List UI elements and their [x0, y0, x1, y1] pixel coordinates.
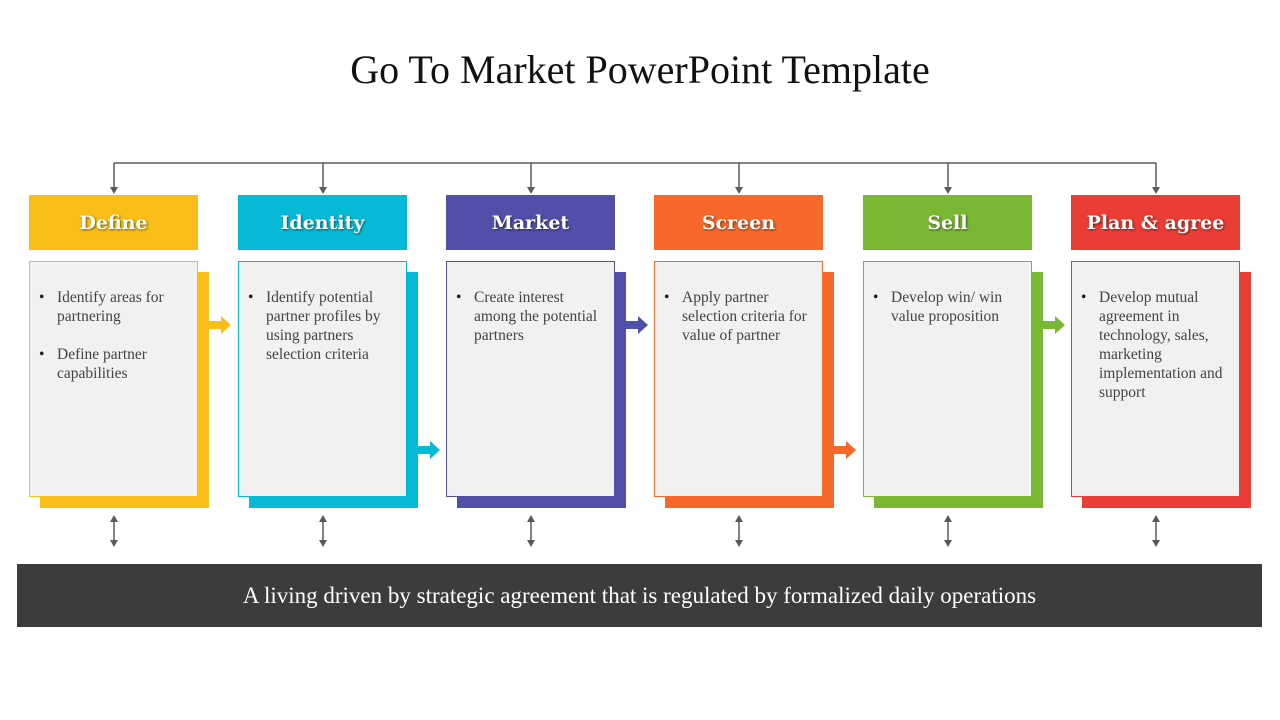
bullet-item: Develop mutual agreement in technology, … — [1081, 288, 1229, 402]
step-card: Create interest among the potential part… — [446, 261, 615, 497]
bullet-item: Identify areas for partnering — [39, 288, 187, 326]
bullet-item: Apply partner selection criteria for val… — [664, 288, 812, 345]
down-arrow-icon — [1152, 163, 1160, 194]
bidirectional-arrow-icon — [110, 515, 118, 547]
step-header: Plan & agree — [1071, 195, 1240, 250]
bullet-item: Identify potential partner profiles by u… — [248, 288, 396, 364]
bullet-item: Create interest among the potential part… — [456, 288, 604, 345]
slide-title: Go To Market PowerPoint Template — [350, 47, 930, 92]
bidirectional-arrow-icon — [944, 515, 952, 547]
step-header: Define — [29, 195, 198, 250]
step-header: Identity — [238, 195, 407, 250]
footer-text: A living driven by strategic agreement t… — [242, 582, 1037, 608]
step-identity: Identity Identify potential partner profi… — [238, 195, 448, 515]
bullet-item: Define partner capabilities — [39, 345, 187, 383]
right-arrow-icon — [834, 441, 856, 459]
bullet-list: Identify potential partner profiles by u… — [239, 262, 406, 364]
bidirectional-arrow-icon — [319, 515, 327, 547]
bullet-list: Create interest among the potential part… — [447, 262, 614, 345]
bullet-list: Identify areas for partnering Define part… — [30, 262, 197, 383]
bullet-list: Develop mutual agreement in technology, … — [1072, 262, 1239, 402]
step-plan-agree: Plan & agree Develop mutual agreement in … — [1071, 195, 1280, 515]
bullet-list: Develop win/ win value proposition — [864, 262, 1031, 326]
step-card: Develop mutual agreement in technology, … — [1071, 261, 1240, 497]
step-header: Market — [446, 195, 615, 250]
right-arrow-icon — [626, 316, 648, 334]
bidirectional-arrow-icon — [527, 515, 535, 547]
down-arrow-icon — [735, 163, 743, 194]
bullet-list: Apply partner selection criteria for val… — [655, 262, 822, 345]
footer-banner: A living driven by strategic agreement t… — [17, 564, 1262, 627]
bidirectional-arrow-icon — [1152, 515, 1160, 547]
right-arrow-icon — [1043, 316, 1065, 334]
down-arrow-icon — [527, 163, 535, 194]
step-card: Develop win/ win value proposition — [863, 261, 1032, 497]
bullet-item: Develop win/ win value proposition — [873, 288, 1021, 326]
step-card: Apply partner selection criteria for val… — [654, 261, 823, 497]
down-arrow-icon — [319, 163, 327, 194]
down-arrow-icon — [944, 163, 952, 194]
down-arrow-icon — [110, 163, 118, 194]
right-arrow-icon — [209, 316, 231, 334]
right-arrow-icon — [418, 441, 440, 459]
step-header: Sell — [863, 195, 1032, 250]
step-header: Screen — [654, 195, 823, 250]
step-sell: Sell Develop win/ win value proposition — [863, 195, 1073, 515]
step-define: Define Identify areas for partnering Defin… — [29, 195, 239, 515]
step-card: Identify potential partner profiles by u… — [238, 261, 407, 497]
bidirectional-arrow-icon — [735, 515, 743, 547]
step-screen: Screen Apply partner selection criteria f… — [654, 195, 864, 515]
step-card: Identify areas for partnering Define part… — [29, 261, 198, 497]
step-market: Market Create interest among the potentia… — [446, 195, 656, 515]
